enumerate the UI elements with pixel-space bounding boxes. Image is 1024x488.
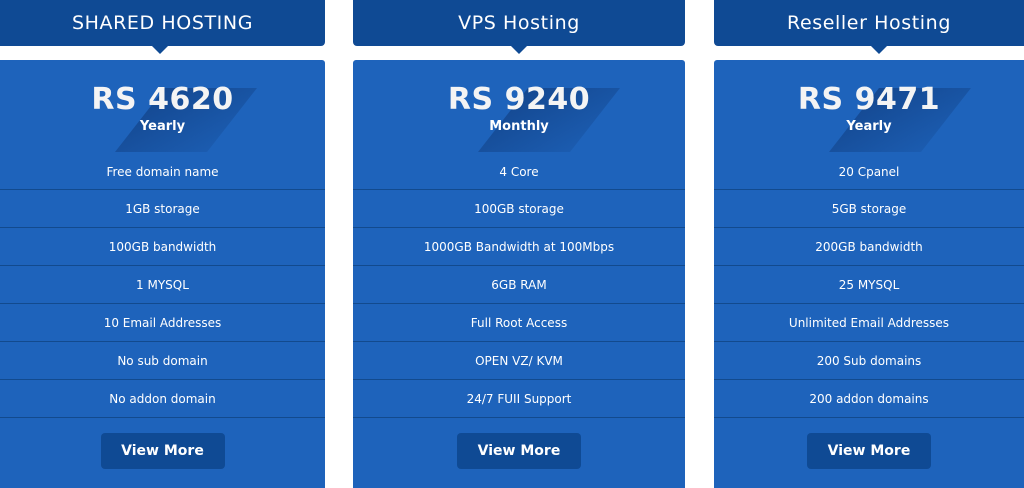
feature-item: No addon domain (0, 380, 325, 418)
button-wrap: View More (714, 418, 1024, 469)
view-more-button[interactable]: View More (807, 433, 931, 469)
feature-item: 4 Core (353, 154, 685, 190)
price-area: RS 4620 Yearly (0, 60, 325, 154)
plan-price: RS 4620 (91, 82, 234, 117)
feature-item: 200 addon domains (714, 380, 1024, 418)
feature-item: No sub domain (0, 342, 325, 380)
plan-body: RS 9240 Monthly 4 Core 100GB storage 100… (353, 60, 685, 488)
button-wrap: View More (353, 418, 685, 469)
feature-item: 24/7 FUII Support (353, 380, 685, 418)
feature-item: 100GB bandwidth (0, 228, 325, 266)
feature-item: 5GB storage (714, 190, 1024, 228)
plan-period: Yearly (139, 119, 186, 134)
price-area: RS 9471 Yearly (714, 60, 1024, 154)
feature-list: Free domain name 1GB storage 100GB bandw… (0, 154, 325, 418)
feature-item: 20 Cpanel (714, 154, 1024, 190)
header-pointer-icon (871, 46, 887, 54)
feature-item: 1 MYSQL (0, 266, 325, 304)
feature-item: 200 Sub domains (714, 342, 1024, 380)
plan-period: Yearly (846, 119, 892, 134)
feature-item: Full Root Access (353, 304, 685, 342)
plan-price: RS 9240 (447, 82, 591, 117)
feature-item: 6GB RAM (353, 266, 685, 304)
view-more-button[interactable]: View More (457, 433, 581, 469)
plan-body: RS 9471 Yearly 20 Cpanel 5GB storage 200… (714, 60, 1024, 488)
plan-period: Monthly (489, 119, 549, 134)
plan-price: RS 9471 (797, 82, 941, 117)
feature-item: 10 Email Addresses (0, 304, 325, 342)
button-wrap: View More (0, 418, 325, 469)
plan-title: Reseller Hosting (714, 0, 1024, 46)
feature-list: 20 Cpanel 5GB storage 200GB bandwidth 25… (714, 154, 1024, 418)
feature-list: 4 Core 100GB storage 1000GB Bandwidth at… (353, 154, 685, 418)
plan-body: RS 4620 Yearly Free domain name 1GB stor… (0, 60, 325, 488)
pricing-card-shared-hosting: SHARED HOSTING RS 4620 Yearly Free domai… (0, 0, 325, 488)
pricing-card-vps-hosting: VPS Hosting RS 9240 Monthly 4 Core 100GB… (353, 0, 685, 488)
pricing-card-reseller-hosting: Reseller Hosting RS 9471 Yearly 20 Cpane… (714, 0, 1024, 488)
header-pointer-icon (152, 46, 168, 54)
feature-item: Free domain name (0, 154, 325, 190)
feature-item: 200GB bandwidth (714, 228, 1024, 266)
price-area: RS 9240 Monthly (353, 60, 685, 154)
feature-item: 1GB storage (0, 190, 325, 228)
feature-item: 100GB storage (353, 190, 685, 228)
feature-item: 1000GB Bandwidth at 100Mbps (353, 228, 685, 266)
plan-title: SHARED HOSTING (0, 0, 325, 46)
feature-item: 25 MYSQL (714, 266, 1024, 304)
feature-item: OPEN VZ/ KVM (353, 342, 685, 380)
view-more-button[interactable]: View More (100, 433, 225, 469)
header-pointer-icon (511, 46, 527, 54)
plan-title: VPS Hosting (353, 0, 685, 46)
feature-item: Unlimited Email Addresses (714, 304, 1024, 342)
